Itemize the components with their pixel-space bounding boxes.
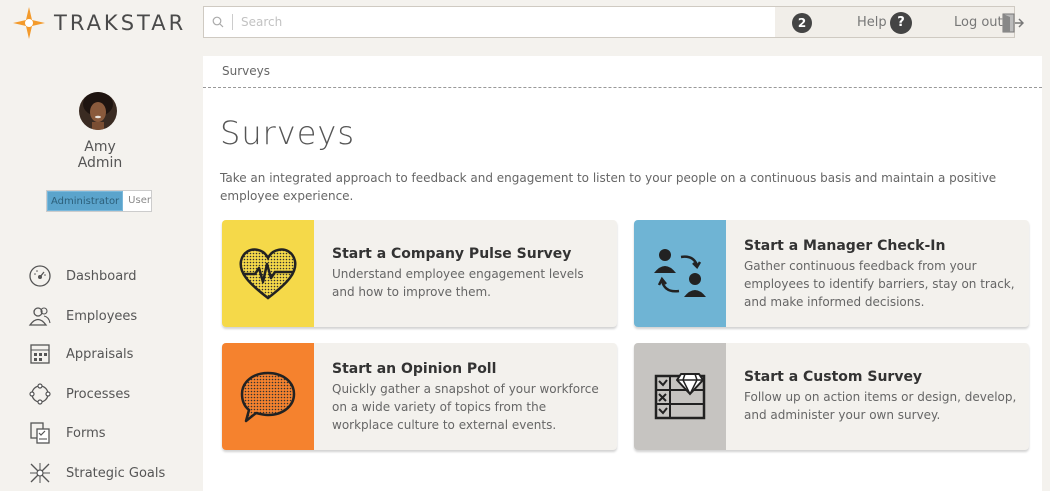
card-title: Start a Company Pulse Survey <box>332 246 572 262</box>
speech-bubble-icon <box>240 371 296 422</box>
sidebar-item-label: Strategic Goals <box>66 465 166 481</box>
card-icon-box <box>222 343 314 450</box>
sidebar-item-label: Appraisals <box>66 346 134 362</box>
sidebar-item-label: Forms <box>66 425 106 441</box>
card-description: Quickly gather a snapshot of your workfo… <box>332 382 599 432</box>
role-toggle: Administrator User <box>46 190 152 212</box>
trakstar-star-icon <box>13 7 45 39</box>
avatar-image <box>79 92 117 130</box>
card-opinion-poll[interactable]: Start an Opinion Poll Quickly gather a s… <box>222 343 617 450</box>
card-company-pulse-survey[interactable]: Start a Company Pulse Survey Understand … <box>222 220 617 327</box>
card-title: Start an Opinion Poll <box>332 361 497 377</box>
search-divider <box>232 14 233 30</box>
heart-pulse-icon <box>239 247 297 300</box>
sidebar-item-strategic-goals[interactable]: Strategic Goals <box>28 460 165 486</box>
sidebar-item-label: Employees <box>66 308 138 324</box>
page-title: Surveys <box>220 114 355 152</box>
help-icon[interactable]: ? <box>890 12 912 34</box>
sidebar-item-forms[interactable]: Forms <box>28 420 106 446</box>
appraisals-icon <box>30 344 50 364</box>
search-icon <box>212 16 224 28</box>
page-intro: Take an integrated approach to feedback … <box>220 171 997 203</box>
custom-survey-icon <box>654 372 706 419</box>
processes-icon <box>29 383 51 405</box>
logo-text: TRAKSTAR <box>54 11 187 35</box>
sidebar-item-dashboard[interactable]: Dashboard <box>28 263 137 289</box>
sidebar-item-label: Dashboard <box>66 268 137 284</box>
card-description: Follow up on action items or design, dev… <box>744 390 1017 422</box>
trakstar-logo[interactable]: TRAKSTAR <box>12 6 186 40</box>
card-title: Start a Manager Check-In <box>744 238 946 254</box>
card-icon-box <box>634 343 726 450</box>
logout-icon[interactable] <box>1002 13 1024 33</box>
sidebar-item-label: Processes <box>66 386 131 402</box>
user-last-name: Admin <box>77 155 123 171</box>
role-administrator-option[interactable]: Administrator <box>47 191 124 211</box>
header-actions: 2 Help ? Log out <box>775 6 1024 38</box>
help-link[interactable]: Help <box>857 15 887 30</box>
sidebar: Amy Admin Administrator User Dashboard E… <box>0 46 200 491</box>
card-description: Gather continuous feedback from your emp… <box>744 259 1015 309</box>
card-icon-box <box>634 220 726 327</box>
check-in-icon <box>654 248 706 297</box>
breadcrumb-divider <box>203 87 1042 88</box>
card-custom-survey[interactable]: Start a Custom Survey Follow up on actio… <box>634 343 1029 450</box>
search-bar[interactable] <box>203 6 776 38</box>
forms-icon <box>30 422 50 444</box>
user-first-name: Amy <box>84 139 116 155</box>
employees-icon <box>28 307 51 326</box>
sidebar-item-appraisals[interactable]: Appraisals <box>28 341 133 367</box>
avatar[interactable] <box>79 92 117 130</box>
sidebar-item-employees[interactable]: Employees <box>28 303 137 329</box>
sidebar-item-processes[interactable]: Processes <box>28 381 130 407</box>
card-title: Start a Custom Survey <box>744 369 923 385</box>
strategic-goals-icon <box>30 463 50 483</box>
role-user-option[interactable]: User <box>123 191 156 211</box>
card-manager-check-in[interactable]: Start a Manager Check-In Gather continuo… <box>634 220 1029 327</box>
card-icon-box <box>222 220 314 327</box>
top-bar: TRAKSTAR 2 Help ? Log out <box>0 0 1050 46</box>
search-input[interactable] <box>241 15 741 29</box>
card-description: Understand employee engagement levels an… <box>332 267 584 299</box>
notifications-badge[interactable]: 2 <box>792 13 812 33</box>
logout-link[interactable]: Log out <box>954 15 1003 30</box>
breadcrumb[interactable]: Surveys <box>222 64 270 78</box>
dashboard-icon <box>29 265 51 287</box>
main-content: Surveys Surveys Take an integrated appro… <box>203 56 1042 491</box>
